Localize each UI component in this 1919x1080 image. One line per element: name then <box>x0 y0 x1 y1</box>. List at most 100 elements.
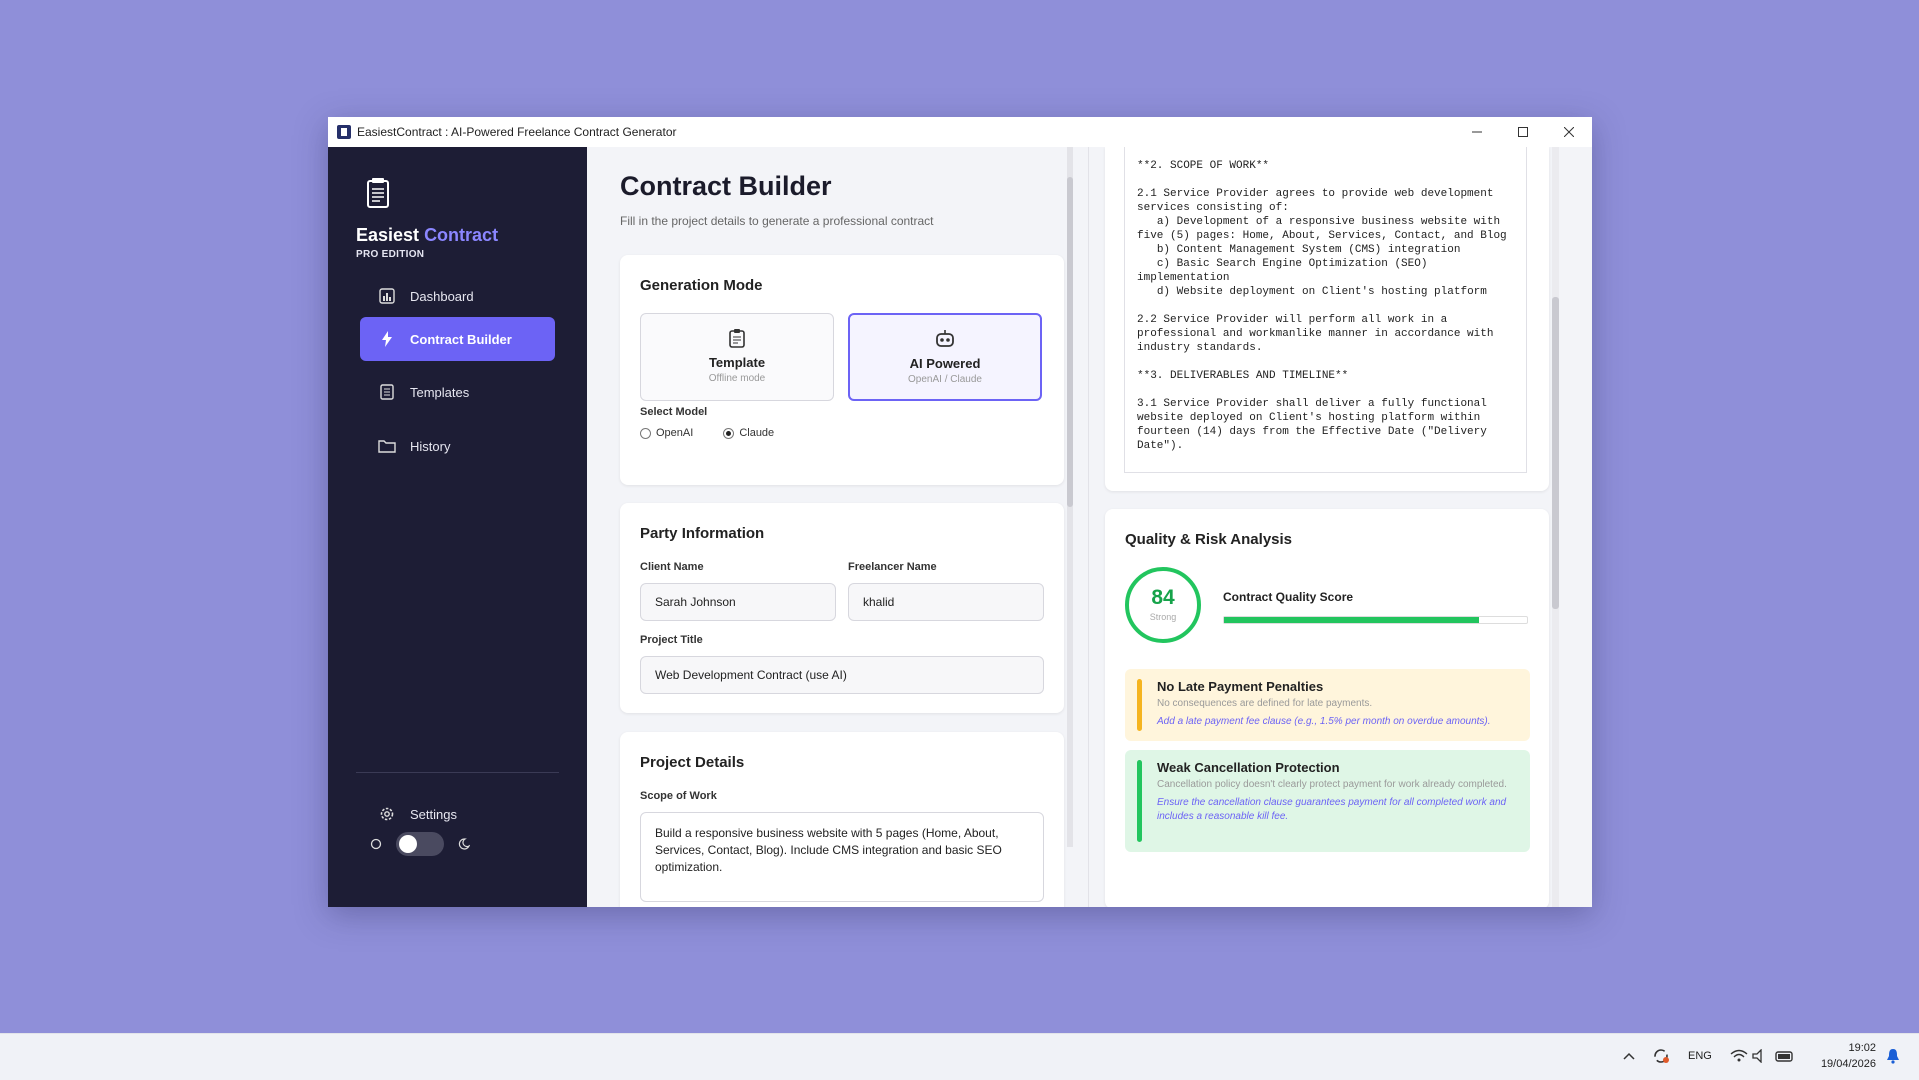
quality-score-label: Strong <box>1149 612 1177 622</box>
contract-preview-card: **2. SCOPE OF WORK** 2.1 Service Provide… <box>1105 147 1549 491</box>
taskbar-date[interactable]: 19/04/2026 <box>1815 1058 1876 1070</box>
ok-stripe <box>1137 760 1142 842</box>
issue-description: No consequences are defined for late pay… <box>1157 698 1373 709</box>
issue-description: Cancellation policy doesn't clearly prot… <box>1157 779 1507 790</box>
close-icon <box>1564 127 1574 137</box>
quality-score-title: Contract Quality Score <box>1223 590 1354 604</box>
preview-scrollbar-thumb[interactable] <box>1552 297 1559 609</box>
chevron-up-icon[interactable] <box>1623 1051 1635 1061</box>
close-button[interactable] <box>1546 117 1592 147</box>
issue-late-payment: No Late Payment Penalties No consequence… <box>1125 669 1530 741</box>
edition-label: PRO EDITION <box>356 249 425 260</box>
clipboard-icon <box>729 329 745 348</box>
language-indicator[interactable]: ENG <box>1688 1050 1712 1062</box>
builder-scrollbar-thumb[interactable] <box>1067 177 1073 507</box>
wifi-icon[interactable] <box>1730 1049 1748 1063</box>
brand-accent: Contract <box>424 225 499 245</box>
sidebar-item-history[interactable]: History <box>360 424 555 468</box>
generation-mode-card: Generation Mode Template Offline mode AI… <box>620 255 1064 485</box>
window-title: EasiestContract : AI-Powered Freelance C… <box>357 125 677 139</box>
app-logo-icon <box>337 125 351 139</box>
ai-mode-label: AI Powered <box>909 356 981 371</box>
scope-of-work-textarea[interactable]: Build a responsive business website with… <box>640 812 1044 902</box>
sidebar-item-contract-builder[interactable]: Contract Builder <box>360 317 555 361</box>
openai-radio-label: OpenAI <box>656 427 694 439</box>
builder-panel: Contract Builder Fill in the project det… <box>587 147 1067 907</box>
openai-radio[interactable] <box>640 427 651 439</box>
gear-icon <box>378 805 396 823</box>
preview-panel: **2. SCOPE OF WORK** 2.1 Service Provide… <box>1089 147 1592 907</box>
folder-icon <box>378 437 396 455</box>
sidebar-item-label: Dashboard <box>410 288 474 304</box>
quality-analysis-card: Quality & Risk Analysis 84 Strong Contra… <box>1105 509 1549 907</box>
sidebar-item-settings[interactable]: Settings <box>360 792 555 836</box>
issue-title: Weak Cancellation Protection <box>1157 760 1340 775</box>
maximize-button[interactable] <box>1500 117 1546 147</box>
generation-mode-title: Generation Mode <box>640 277 763 294</box>
project-details-title: Project Details <box>640 754 745 771</box>
theme-toggle-row <box>370 832 470 856</box>
sidebar-item-label: Contract Builder <box>410 331 512 347</box>
taskbar-time[interactable]: 19:02 <box>1820 1042 1876 1054</box>
contract-logo-icon <box>367 178 389 208</box>
warning-stripe <box>1137 679 1142 731</box>
brand-name: Easiest Contract <box>356 225 498 246</box>
template-mode-sub: Offline mode <box>708 373 766 384</box>
sidebar: Easiest Contract PRO EDITION Dashboard C… <box>328 147 587 907</box>
volume-icon[interactable] <box>1752 1049 1768 1063</box>
sidebar-item-label: Templates <box>410 384 470 400</box>
theme-toggle[interactable] <box>396 832 444 856</box>
taskbar: ENG 19:02 19/04/2026 <box>0 1033 1919 1080</box>
party-information-card: Party Information Client Name Sarah John… <box>620 503 1064 713</box>
sidebar-item-dashboard[interactable]: Dashboard <box>360 274 555 318</box>
sidebar-divider <box>356 772 559 773</box>
client-name-label: Client Name <box>640 561 704 573</box>
quality-score-bar <box>1223 616 1528 624</box>
minimize-button[interactable] <box>1454 117 1500 147</box>
issue-fix: Add a late payment fee clause (e.g., 1.5… <box>1157 716 1491 727</box>
battery-icon[interactable] <box>1775 1048 1795 1064</box>
settings-label: Settings <box>410 806 457 822</box>
sync-icon[interactable] <box>1652 1047 1670 1065</box>
quality-score-value: 84 <box>1151 586 1175 609</box>
freelancer-name-label: Freelancer Name <box>848 561 937 573</box>
page-title: Contract Builder <box>620 171 832 201</box>
model-radio-group: OpenAI Claude <box>640 427 774 439</box>
lightning-icon <box>378 330 396 348</box>
quality-score-ring: 84 Strong <box>1125 567 1201 643</box>
project-details-card: Project Details Scope of Work Build a re… <box>620 732 1064 907</box>
project-title-input[interactable]: Web Development Contract (use AI) <box>640 656 1044 694</box>
quality-analysis-title: Quality & Risk Analysis <box>1125 531 1293 548</box>
project-title-label: Project Title <box>640 634 703 646</box>
ai-mode-button[interactable]: AI Powered OpenAI / Claude <box>848 313 1042 401</box>
issue-title: No Late Payment Penalties <box>1157 679 1324 694</box>
template-mode-label: Template <box>708 355 766 370</box>
claude-radio-label: Claude <box>739 427 775 439</box>
robot-icon <box>936 330 954 347</box>
issue-cancellation: Weak Cancellation Protection Cancellatio… <box>1125 750 1530 852</box>
client-name-input[interactable]: Sarah Johnson <box>640 583 836 621</box>
brand-main: Easiest <box>356 225 420 245</box>
issue-fix: Ensure the cancellation clause guarantee… <box>1157 797 1507 822</box>
claude-radio[interactable] <box>723 427 735 439</box>
freelancer-name-input[interactable]: khalid <box>848 583 1044 621</box>
select-model-label: Select Model <box>640 406 708 418</box>
template-mode-button[interactable]: Template Offline mode <box>640 313 834 401</box>
bar-chart-icon <box>378 287 396 305</box>
maximize-icon <box>1518 127 1528 137</box>
party-information-title: Party Information <box>640 525 765 542</box>
ai-mode-sub: OpenAI / Claude <box>908 374 982 385</box>
sidebar-item-label: History <box>410 438 451 454</box>
notification-bell-icon[interactable] <box>1886 1048 1900 1064</box>
document-icon <box>378 383 396 401</box>
sidebar-item-templates[interactable]: Templates <box>360 370 555 414</box>
minimize-icon <box>1472 131 1482 133</box>
page-subtitle: Fill in the project details to generate … <box>620 214 934 228</box>
app-window: EasiestContract : AI-Powered Freelance C… <box>328 117 1592 907</box>
moon-icon <box>458 838 470 850</box>
quality-score-bar-fill <box>1224 617 1479 623</box>
contract-preview-text[interactable]: **2. SCOPE OF WORK** 2.1 Service Provide… <box>1124 147 1527 473</box>
title-bar: EasiestContract : AI-Powered Freelance C… <box>328 117 1592 147</box>
sun-icon <box>370 838 382 850</box>
scope-of-work-label: Scope of Work <box>640 790 717 802</box>
